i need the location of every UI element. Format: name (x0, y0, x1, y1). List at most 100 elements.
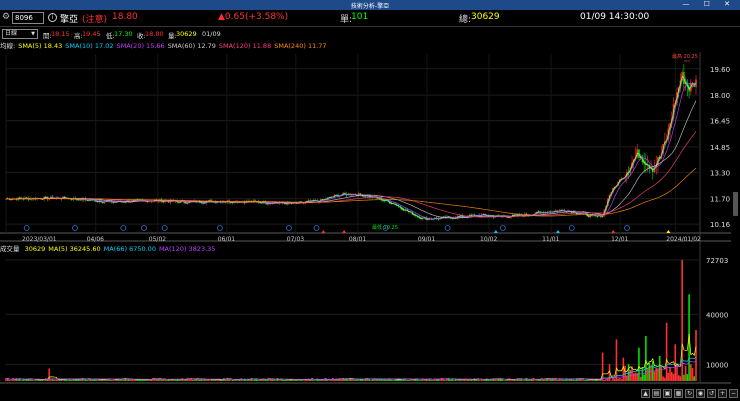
volume-bar (174, 379, 177, 381)
pointer-tool-icon[interactable]: ▲ (641, 389, 650, 398)
volume-bar (8, 380, 11, 381)
volume-bar (396, 379, 398, 381)
undo-icon[interactable]: ↺ (707, 389, 716, 398)
price-y-tick-label: 11.70 (710, 196, 730, 204)
volume-bar (257, 380, 260, 381)
volume-bar (242, 380, 244, 381)
volume-bar (370, 380, 372, 381)
volume-bar (684, 365, 687, 381)
volume-bar (17, 379, 19, 381)
volume-bar (328, 380, 331, 381)
volume-bar (326, 379, 329, 381)
volume-bar (330, 380, 332, 381)
volume-bar (100, 379, 102, 381)
volume-bar (368, 379, 370, 381)
volume-bar (278, 380, 281, 381)
grid-icon[interactable]: ▦ (674, 389, 683, 398)
volume-bar (523, 379, 526, 381)
volume-bar (183, 380, 185, 381)
volume-bar (466, 379, 469, 381)
refresh-icon[interactable]: ↻ (685, 389, 694, 398)
volume-bar (461, 380, 464, 381)
volume-bar (617, 378, 619, 381)
x-tick-label: 04/06 (87, 236, 104, 243)
volume-bar (150, 379, 153, 381)
chart-canvas[interactable]: 19.60 18.00 16.45 14.85 13.30 11.70 10.16 2023/… (0, 0, 740, 401)
volume-bar (582, 379, 585, 381)
print-icon[interactable]: ▤ (652, 389, 661, 398)
event-marker-icon (141, 225, 147, 231)
eye-icon[interactable]: ◉ (696, 389, 705, 398)
x-tick-label: 06/01 (218, 236, 235, 243)
volume-bar (691, 367, 694, 381)
volume-bar (13, 379, 16, 381)
volume-bar (626, 375, 628, 381)
x-tick-label: 2024/01/02 (666, 236, 701, 243)
volume-bar (231, 379, 234, 381)
volume-bar (51, 379, 54, 381)
volume-bar (639, 376, 642, 381)
volume-bar (236, 380, 239, 381)
volume-bar (129, 379, 132, 381)
volume-bar (527, 379, 530, 381)
volume-bar (31, 379, 33, 381)
volume-bar (690, 364, 692, 381)
volume-bar (32, 380, 35, 381)
volume-bar (70, 380, 73, 381)
volume-bar (672, 373, 675, 381)
volume-bar (259, 380, 262, 381)
chart-scrollbar[interactable] (733, 192, 738, 216)
volume-bar (86, 379, 89, 381)
volume-bar (12, 378, 14, 381)
volume-bar (487, 379, 490, 381)
volume-bar (587, 379, 590, 381)
event-marker-icon (624, 225, 630, 231)
volume-bar (453, 379, 455, 381)
volume-bar (140, 380, 142, 381)
volume-bar (593, 380, 595, 381)
volume-bar (209, 380, 211, 381)
save-icon[interactable]: ▣ (663, 389, 672, 398)
volume-bar (624, 365, 626, 381)
volume-bar (314, 380, 317, 381)
volume-bar (536, 379, 538, 381)
volume-bar (292, 379, 294, 381)
zoom-out-icon[interactable]: − (729, 389, 738, 398)
volume-bar (288, 379, 291, 381)
volume-bar (131, 379, 134, 381)
volume-bar (655, 367, 658, 381)
volume-bar (110, 380, 113, 381)
volume-bar (198, 379, 201, 381)
volume-bar (695, 329, 697, 381)
volume-bar (313, 380, 315, 381)
zoom-in-icon[interactable]: + (718, 389, 727, 398)
volume-bar (214, 379, 217, 381)
dividend-marker-icon (493, 230, 498, 233)
volume-bar (643, 374, 645, 381)
volume-bar (133, 380, 135, 381)
sma-line-SMA(240) (5, 167, 697, 217)
dividend-marker-icon (342, 230, 347, 233)
low-annotation: 最低 10.25 (372, 224, 398, 231)
volume-bar (482, 379, 485, 381)
volume-bar (650, 365, 652, 381)
volume-bar (285, 379, 287, 381)
volume-bar (411, 380, 414, 381)
volume-bar (302, 380, 305, 381)
volume-ma-line-0 (5, 333, 697, 381)
price-y-tick-label: 18.00 (710, 92, 730, 100)
x-tick-label: 07/03 (287, 236, 304, 243)
chart-toolbar: ▲ ▤ ▣ ▦ ↻ ◉ ↺ + − (641, 389, 738, 399)
volume-bar (274, 380, 277, 381)
volume-bar (392, 380, 395, 381)
volume-ma-line-2 (5, 360, 697, 380)
volume-bar (58, 380, 61, 381)
volume-bar (503, 380, 505, 381)
volume-bar (686, 374, 689, 381)
volume-bar (283, 379, 286, 381)
x-tick-label: 10/02 (480, 236, 497, 243)
x-tick-label: 11/01 (542, 236, 559, 243)
volume-bar (394, 379, 396, 381)
volume-bar (584, 380, 587, 381)
volume-bar (664, 377, 666, 381)
